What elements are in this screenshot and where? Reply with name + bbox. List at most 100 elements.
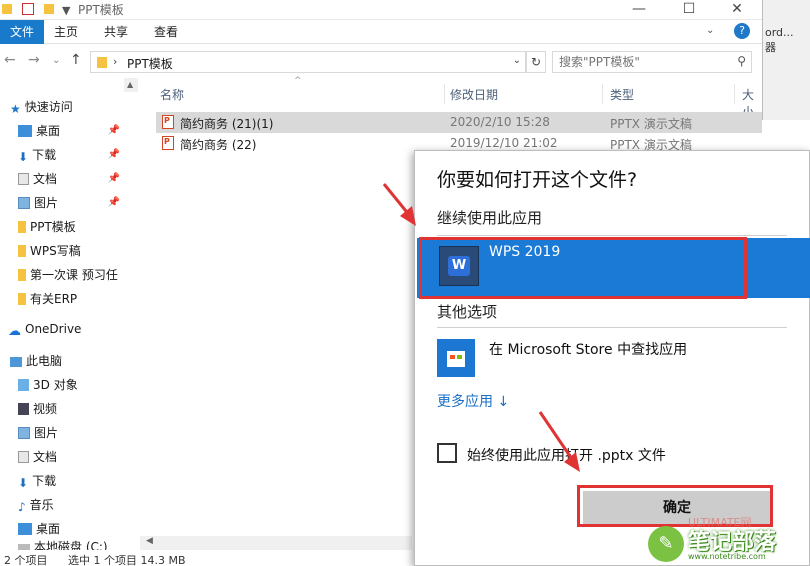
column-header-date[interactable]: 修改日期 <box>450 86 498 103</box>
desktop-icon <box>18 523 32 535</box>
tab-file[interactable]: 文件 <box>0 20 45 44</box>
sidebar-item-label: WPS写稿 <box>30 244 81 258</box>
sidebar-item-pc-documents[interactable]: 文档 <box>18 446 138 468</box>
file-name: 简约商务 (21)(1) <box>180 117 274 131</box>
other-options-heading: 其他选项 <box>437 303 498 321</box>
sidebar-item-label: 文档 <box>33 450 58 464</box>
sidebar-item-quick-access[interactable]: ★ 快速访问 <box>10 96 130 118</box>
search-icon[interactable]: ⚲ <box>737 54 746 68</box>
sidebar-item-label: 此电脑 <box>26 354 63 368</box>
new-folder-icon[interactable] <box>44 4 54 14</box>
maximize-button[interactable]: ☐ <box>666 0 712 20</box>
recent-locations-button[interactable]: ⌄ <box>52 55 60 66</box>
refresh-button[interactable]: ↻ <box>526 51 546 73</box>
document-icon <box>18 451 29 463</box>
sidebar-item-pc-downloads[interactable]: ⬇ 下载 <box>18 470 138 492</box>
picture-icon <box>18 427 30 439</box>
sidebar-item-ppt-templates[interactable]: PPT模板 <box>18 216 138 238</box>
address-bar[interactable]: › PPT模板 ⌄ <box>90 51 526 73</box>
breadcrumb[interactable]: PPT模板 <box>127 55 173 72</box>
always-use-checkbox[interactable] <box>437 443 457 463</box>
up-button[interactable]: ↑ <box>70 52 82 68</box>
sidebar-item-label: 3D 对象 <box>33 378 78 392</box>
forward-button[interactable]: → <box>28 52 40 68</box>
sidebar-item-local-disk[interactable]: 本地磁盘 (C:) <box>18 540 138 550</box>
more-apps-link[interactable]: 更多应用 ↓ <box>437 391 509 411</box>
folder-icon <box>18 245 26 257</box>
sidebar-item-pc-desktop[interactable]: 桌面 <box>18 518 138 540</box>
column-divider[interactable] <box>444 84 445 104</box>
sidebar-item-music[interactable]: ♪ 音乐 <box>18 494 138 516</box>
sidebar-item-this-pc[interactable]: 此电脑 <box>10 350 130 372</box>
highlight-box <box>419 237 747 299</box>
sidebar-item-label: 桌面 <box>36 124 61 138</box>
download-icon: ⬇ <box>18 476 29 490</box>
sidebar-item-first-lesson[interactable]: 第一次课 预习任 <box>18 264 138 286</box>
tab-share[interactable]: 共享 <box>94 20 138 44</box>
search-box[interactable]: ⚲ <box>552 51 752 73</box>
sort-arrow-icon: ^ <box>294 76 302 86</box>
sidebar-item-documents[interactable]: 文档 📌 <box>18 168 138 190</box>
sidebar-item-3d-objects[interactable]: 3D 对象 <box>18 374 138 396</box>
sidebar-item-label: 下载 <box>32 148 57 162</box>
background-window-text: 器 <box>765 41 776 54</box>
sidebar-item-label: 桌面 <box>36 522 61 536</box>
scroll-up-icon[interactable]: ▲ <box>127 80 133 89</box>
help-icon[interactable]: ? <box>734 23 750 39</box>
close-button[interactable]: ✕ <box>714 0 760 20</box>
pptx-file-icon <box>162 115 174 129</box>
sidebar-item-label: 文档 <box>33 172 58 186</box>
watermark: ULTIMATE网 ✎ 笔记部落 www.notetribe.com <box>648 516 810 566</box>
item-count: 2 个项目 <box>4 554 48 566</box>
computer-icon <box>10 357 22 367</box>
sidebar-item-downloads[interactable]: ⬇ 下载 📌 <box>18 144 138 166</box>
column-divider[interactable] <box>734 84 735 104</box>
column-divider[interactable] <box>602 84 603 104</box>
sidebar-item-label: 有关ERP <box>30 292 78 306</box>
search-input[interactable] <box>553 52 723 72</box>
keep-using-heading: 继续使用此应用 <box>437 209 543 227</box>
sidebar-item-erp[interactable]: 有关ERP <box>18 288 138 310</box>
back-button[interactable]: ← <box>4 52 16 68</box>
tab-view[interactable]: 查看 <box>144 20 188 44</box>
horizontal-scrollbar[interactable]: ◀ <box>140 536 412 550</box>
sidebar-item-label: 快速访问 <box>24 100 73 114</box>
address-dropdown-icon[interactable]: ⌄ <box>513 55 521 66</box>
disk-icon <box>18 544 30 550</box>
microsoft-store-icon[interactable] <box>437 339 475 377</box>
sidebar-item-wps-drafts[interactable]: WPS写稿 <box>18 240 138 262</box>
column-header-name[interactable]: 名称 <box>160 86 184 103</box>
properties-icon[interactable] <box>22 3 34 15</box>
sidebar-item-desktop[interactable]: 桌面 📌 <box>18 120 138 142</box>
breadcrumb-chevron-icon[interactable]: › <box>113 55 117 68</box>
folder-icon <box>2 4 12 14</box>
minimize-button[interactable]: — <box>616 0 662 20</box>
3d-objects-icon <box>18 379 29 391</box>
folder-icon <box>18 221 26 233</box>
tab-home[interactable]: 主页 <box>44 20 88 44</box>
scroll-left-icon[interactable]: ◀ <box>146 536 153 546</box>
ribbon: 文件 主页 共享 查看 ⌄ ? <box>0 20 762 44</box>
sidebar-item-videos[interactable]: 视频 <box>18 398 138 420</box>
desktop-icon <box>18 125 32 137</box>
quick-access-dropdown-icon[interactable]: ▼ <box>62 4 70 18</box>
store-bag-icon <box>447 351 465 367</box>
sidebar-item-label: 下载 <box>32 474 57 488</box>
dialog-title: 你要如何打开这个文件? <box>437 169 638 191</box>
column-header-type[interactable]: 类型 <box>610 86 634 103</box>
store-option[interactable]: 在 Microsoft Store 中查找应用 <box>489 339 687 359</box>
open-with-dialog: 你要如何打开这个文件? 继续使用此应用 W WPS 2019 其他选项 在 Mi… <box>414 150 810 566</box>
table-row[interactable]: 简约商务 (21)(1) 2020/2/10 15:28 PPTX 演示文稿 <box>156 112 762 133</box>
sidebar-item-pc-pictures[interactable]: 图片 <box>18 422 138 444</box>
sidebar-item-onedrive[interactable]: ☁ OneDrive <box>8 318 128 340</box>
file-list-header: ^ 名称 修改日期 类型 大小 <box>150 76 762 119</box>
window-title: PPT模板 <box>78 3 124 17</box>
divider <box>437 235 787 236</box>
sidebar-item-pictures[interactable]: 图片 📌 <box>18 192 138 214</box>
pptx-file-icon <box>162 136 174 150</box>
background-window: ord... 器 <box>762 0 810 120</box>
selection-info: 选中 1 个项目 14.3 MB <box>68 554 186 566</box>
arrow-to-wps <box>382 183 412 217</box>
always-use-label[interactable]: 始终使用此应用打开 .pptx 文件 <box>467 445 666 465</box>
ribbon-collapse-icon[interactable]: ⌄ <box>706 25 714 36</box>
